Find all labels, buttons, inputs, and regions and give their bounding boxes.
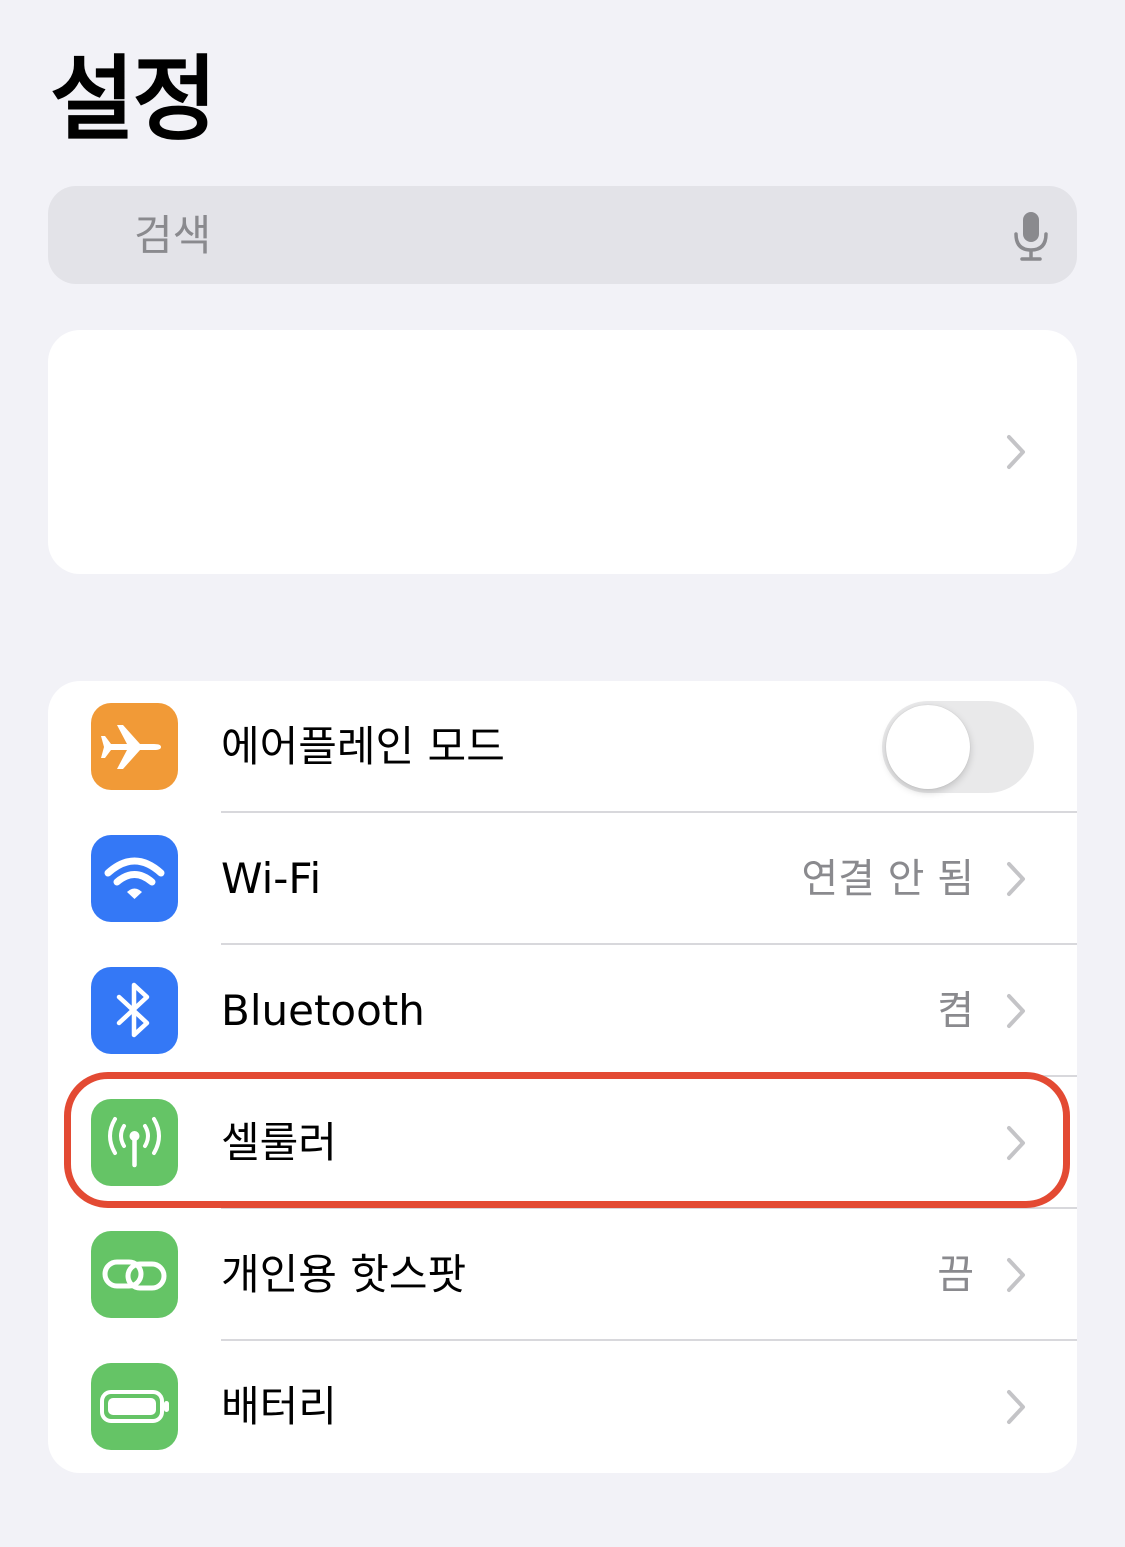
bluetooth-status: 켬 <box>937 988 974 1034</box>
wifi-label: Wi-Fi <box>221 854 322 903</box>
chevron-right-icon <box>1005 861 1027 897</box>
airplane-icon <box>91 703 178 790</box>
battery-icon <box>91 1363 178 1450</box>
cellular-row[interactable]: 셀룰러 <box>48 1077 1077 1209</box>
search-bar[interactable] <box>48 186 1077 442</box>
hotspot-label: 개인용 핫스팟 <box>221 1250 467 1299</box>
battery-row[interactable]: 배터리 <box>48 1341 1077 1473</box>
airplane-mode-row: 에어플레인 모드 <box>48 681 1077 813</box>
wifi-status: 연결 안 됨 <box>801 856 974 902</box>
search-input[interactable] <box>134 186 974 284</box>
hotspot-row[interactable]: 개인용 핫스팟 끔 <box>48 1209 1077 1341</box>
settings-list: 에어플레인 모드 Wi-Fi 연결 안 됨 Bluetooth 켬 셀룰러 개인… <box>48 681 1077 1473</box>
bluetooth-row[interactable]: Bluetooth 켬 <box>48 945 1077 1077</box>
bluetooth-icon <box>91 967 178 1054</box>
battery-label: 배터리 <box>221 1382 337 1431</box>
antenna-icon <box>91 1099 178 1186</box>
chevron-right-icon <box>1005 993 1027 1029</box>
account-card[interactable] <box>48 330 1077 574</box>
chevron-right-icon <box>1005 1125 1027 1161</box>
bluetooth-label: Bluetooth <box>221 986 425 1035</box>
hotspot-status: 끔 <box>937 1252 974 1298</box>
chevron-right-icon <box>1005 1389 1027 1425</box>
wifi-icon <box>91 835 178 922</box>
chevron-right-icon <box>1005 434 1027 470</box>
chevron-right-icon <box>1005 1257 1027 1293</box>
cellular-label: 셀룰러 <box>221 1118 337 1167</box>
link-icon <box>91 1231 178 1318</box>
toggle-knob <box>886 705 970 789</box>
page-title: 설정 <box>50 46 217 153</box>
airplane-mode-toggle[interactable] <box>882 701 1034 793</box>
wifi-row[interactable]: Wi-Fi 연결 안 됨 <box>48 813 1077 945</box>
airplane-mode-label: 에어플레인 모드 <box>221 722 505 771</box>
microphone-icon[interactable] <box>1011 210 1051 262</box>
